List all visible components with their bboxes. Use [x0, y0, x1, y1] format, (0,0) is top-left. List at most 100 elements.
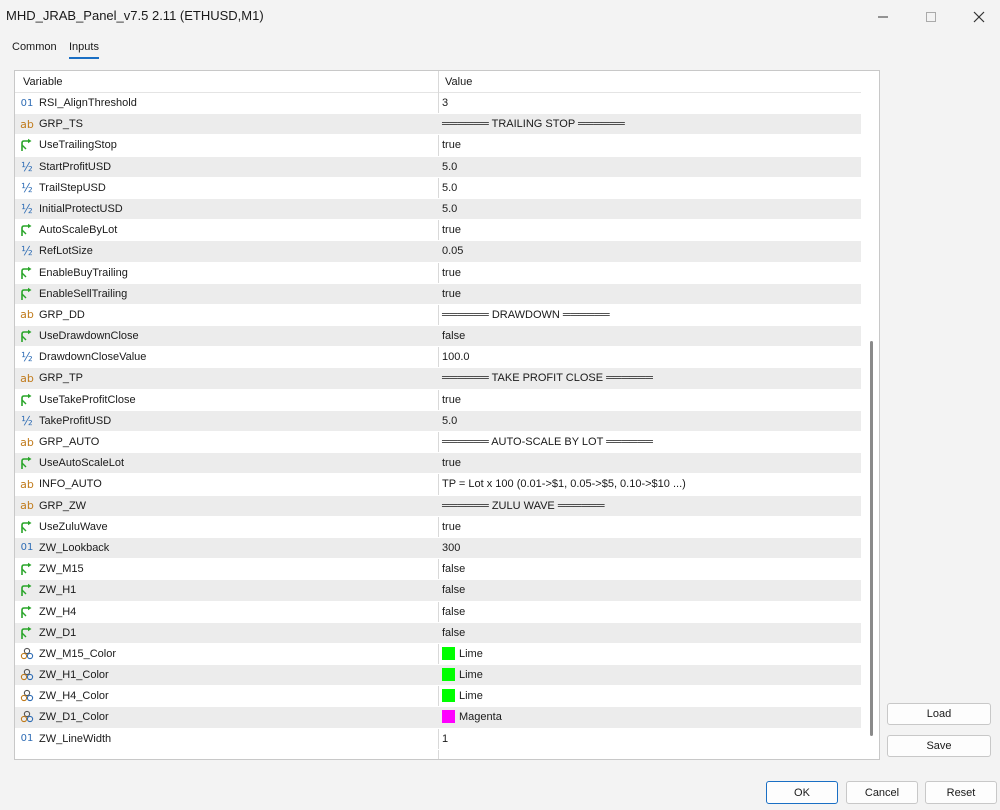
variable-value[interactable]: false: [442, 627, 465, 639]
variable-name: TakeProfitUSD: [39, 414, 112, 427]
table-row[interactable]: UseAutoScaleLot true: [15, 453, 861, 475]
variable-value[interactable]: 100.0: [442, 351, 470, 363]
double-type-icon: ½: [21, 350, 33, 365]
table-row[interactable]: UseTakeProfitClose true: [15, 390, 861, 411]
color-name: Lime: [459, 647, 483, 660]
variable-name: EnableBuyTrailing: [39, 266, 128, 279]
minimize-button[interactable]: [860, 0, 906, 34]
table-row[interactable]: ZW_H1 false: [15, 580, 861, 602]
tab-common[interactable]: Common: [12, 41, 57, 57]
variable-value[interactable]: false: [442, 330, 465, 342]
table-row[interactable]: ½ TrailStepUSD 5.0: [15, 178, 861, 199]
double-type-icon: ½: [21, 180, 33, 195]
variable-name: UseTrailingStop: [39, 139, 117, 152]
table-row[interactable]: EnableBuyTrailing true: [15, 263, 861, 284]
column-header-value[interactable]: Value: [445, 76, 472, 88]
variable-name: GRP_TS: [39, 118, 84, 131]
ok-button[interactable]: OK: [766, 781, 838, 804]
variable-name: UseDrawdownClose: [39, 330, 139, 343]
table-row[interactable]: ZW_D1 false: [15, 622, 861, 644]
tab-bar: Common Inputs: [0, 38, 1000, 60]
variable-value[interactable]: 5.0: [442, 415, 457, 427]
variable-value[interactable]: TP = Lot x 100 (0.01->$1, 0.05->$5, 0.10…: [442, 478, 686, 490]
variable-value[interactable]: ══════ TAKE PROFIT CLOSE ══════: [442, 372, 653, 384]
close-button[interactable]: [956, 0, 1000, 34]
variable-name: ZW_M15: [39, 563, 84, 576]
double-type-icon: ½: [21, 413, 33, 428]
table-row[interactable]: ZW_M15_Color Lime: [15, 644, 861, 666]
inputs-grid: Variable Value 01 RSI_AlignThreshold 3 ab GR…: [14, 70, 880, 760]
variable-name: DrawdownCloseValue: [39, 351, 147, 364]
variable-value[interactable]: 5.0: [442, 182, 457, 194]
table-row[interactable]: ZW_H4_Color Lime: [15, 686, 861, 708]
variable-value[interactable]: ══════ TRAILING STOP ══════: [442, 118, 625, 130]
column-header-variable[interactable]: Variable: [23, 76, 63, 88]
table-row[interactable]: UseDrawdownClose false: [15, 326, 861, 348]
table-row[interactable]: ZW_M15 false: [15, 559, 861, 581]
variable-name: InitialProtectUSD: [39, 202, 123, 215]
variable-value[interactable]: true: [442, 457, 461, 469]
variable-value[interactable]: true: [442, 288, 461, 300]
cancel-button[interactable]: Cancel: [846, 781, 918, 804]
table-row[interactable]: UseTrailingStop true: [15, 135, 861, 157]
variable-value[interactable]: Lime: [442, 668, 483, 682]
variable-value[interactable]: true: [442, 139, 461, 151]
string-type-icon: ab: [20, 308, 34, 322]
variable-value[interactable]: true: [442, 267, 461, 279]
variable-value[interactable]: ══════ DRAWDOWN ══════: [442, 309, 610, 321]
tab-inputs[interactable]: Inputs: [69, 41, 99, 59]
table-row[interactable]: ½ InitialProtectUSD 5.0: [15, 198, 861, 221]
table-row[interactable]: ZW_D1_Color Magenta: [15, 707, 861, 729]
variable-value[interactable]: ══════ AUTO-SCALE BY LOT ══════: [442, 436, 653, 448]
bool-type-icon: [20, 582, 34, 598]
table-row[interactable]: 01 ZW_Lookback 300: [15, 537, 861, 560]
table-row[interactable]: ½ TakeProfitUSD 5.0: [15, 410, 861, 432]
table-row[interactable]: ½ StartProfitUSD 5.0: [15, 156, 861, 178]
variable-value[interactable]: true: [442, 521, 461, 533]
variable-value[interactable]: false: [442, 606, 465, 618]
color-type-icon: [20, 688, 34, 704]
variable-value[interactable]: true: [442, 224, 461, 236]
table-row[interactable]: UseZuluWave true: [15, 517, 861, 538]
table-row[interactable]: ab GRP_AUTO ══════ AUTO-SCALE BY LOT ═════…: [15, 432, 861, 454]
variable-value[interactable]: Magenta: [442, 710, 502, 724]
variable-value[interactable]: true: [442, 394, 461, 406]
table-row[interactable]: ab INFO_AUTO TP = Lot x 100 (0.01->$1, 0.0…: [15, 474, 861, 496]
maximize-button[interactable]: [908, 0, 954, 34]
table-row[interactable]: 01 RSI_AlignThreshold 3: [15, 93, 861, 115]
variable-value[interactable]: ══════ ZULU WAVE ══════: [442, 500, 605, 512]
table-row[interactable]: ½ DrawdownCloseValue 100.0: [15, 347, 861, 369]
color-name: Lime: [459, 690, 483, 703]
table-row[interactable]: 01 ZW_LineWidth 1: [15, 729, 861, 750]
table-row[interactable]: ½ RefLotSize 0.05: [15, 241, 861, 263]
variable-value[interactable]: false: [442, 563, 465, 575]
variable-value[interactable]: Lime: [442, 646, 483, 660]
load-button[interactable]: Load: [887, 703, 991, 725]
table-row[interactable]: ab GRP_TS ══════ TRAILING STOP ══════: [15, 114, 861, 136]
variable-value[interactable]: 5.0: [442, 161, 457, 173]
bool-type-icon: [20, 392, 34, 408]
variable-name: ZW_H1_Color: [39, 669, 109, 682]
save-button[interactable]: Save: [887, 735, 991, 757]
variable-value[interactable]: 1: [442, 733, 448, 745]
table-row[interactable]: EnableSellTrailing true: [15, 283, 861, 305]
variable-value[interactable]: 5.0: [442, 203, 457, 215]
minimize-icon: [878, 16, 888, 18]
variable-name: ZW_H4: [39, 605, 77, 618]
variable-value[interactable]: 3: [442, 97, 448, 109]
variable-value[interactable]: 300: [442, 542, 460, 554]
variable-value[interactable]: Lime: [442, 689, 483, 703]
table-row[interactable]: ab GRP_ZW ══════ ZULU WAVE ══════: [15, 495, 861, 517]
reset-button[interactable]: Reset: [925, 781, 997, 804]
table-row[interactable]: ZW_H4 false: [15, 602, 861, 623]
bool-type-icon: [20, 561, 34, 577]
bool-type-icon: [20, 222, 34, 238]
title-bar: MHD_JRAB_Panel_v7.5 2.11 (ETHUSD,M1): [0, 0, 1000, 34]
table-row[interactable]: ab GRP_TP ══════ TAKE PROFIT CLOSE ══════: [15, 368, 861, 390]
table-row[interactable]: ab GRP_DD ══════ DRAWDOWN ══════: [15, 305, 861, 327]
variable-value[interactable]: false: [442, 584, 465, 596]
table-row[interactable]: AutoScaleByLot true: [15, 220, 861, 242]
vertical-scrollbar[interactable]: [870, 341, 873, 736]
table-row[interactable]: ZW_H1_Color Lime: [15, 665, 861, 687]
variable-value[interactable]: 0.05: [442, 245, 463, 257]
